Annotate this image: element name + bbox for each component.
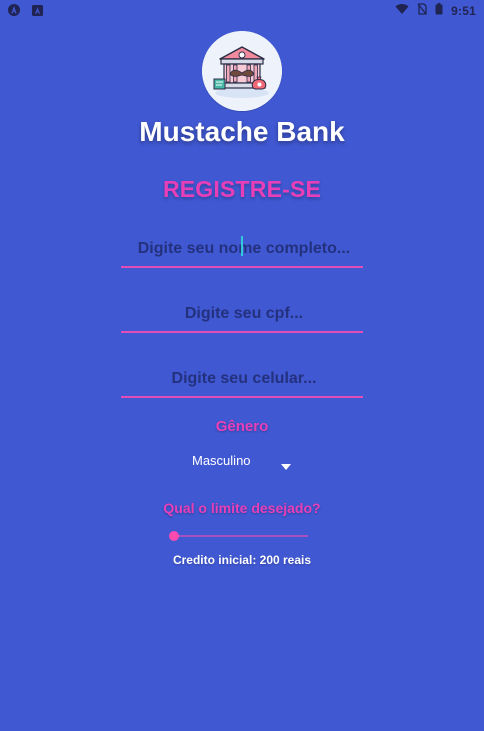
gender-dropdown[interactable]: Masculino [180,448,304,474]
notification-a-icon [8,3,20,21]
status-left [8,3,43,21]
cpf-field[interactable] [121,293,367,335]
app-title: Mustache Bank [139,116,345,147]
phone-underline [121,396,363,398]
cpf-underline [121,331,363,333]
slider-thumb[interactable] [169,531,179,541]
status-right: 9:51 [395,2,476,20]
phone-field[interactable] [121,358,367,400]
status-bar: 9:51 [0,0,484,20]
phone-input[interactable] [121,358,367,400]
status-time: 9:51 [451,4,476,18]
full-name-underline [121,266,363,268]
gender-label: Gênero [215,418,269,435]
cpf-input[interactable] [121,293,367,335]
notification-app-icon [32,3,43,21]
full-name-field[interactable] [121,228,367,270]
gender-selected-value: Masculino [192,453,251,468]
initial-credit-text: Credito inicial: 200 reais [172,553,312,567]
limit-slider[interactable] [169,527,311,545]
battery-icon [435,2,443,20]
no-sim-icon [417,2,427,20]
bank-logo [202,31,282,111]
wifi-icon [395,2,409,20]
dropdown-arrow-icon [281,457,291,475]
slider-track [174,535,308,537]
bank-building-mustache-icon [202,31,282,111]
register-title: REGISTRE-SE [162,176,322,202]
full-name-input[interactable] [121,228,367,270]
limit-label: Qual o limite desejado? [163,500,321,516]
text-cursor [241,236,243,256]
